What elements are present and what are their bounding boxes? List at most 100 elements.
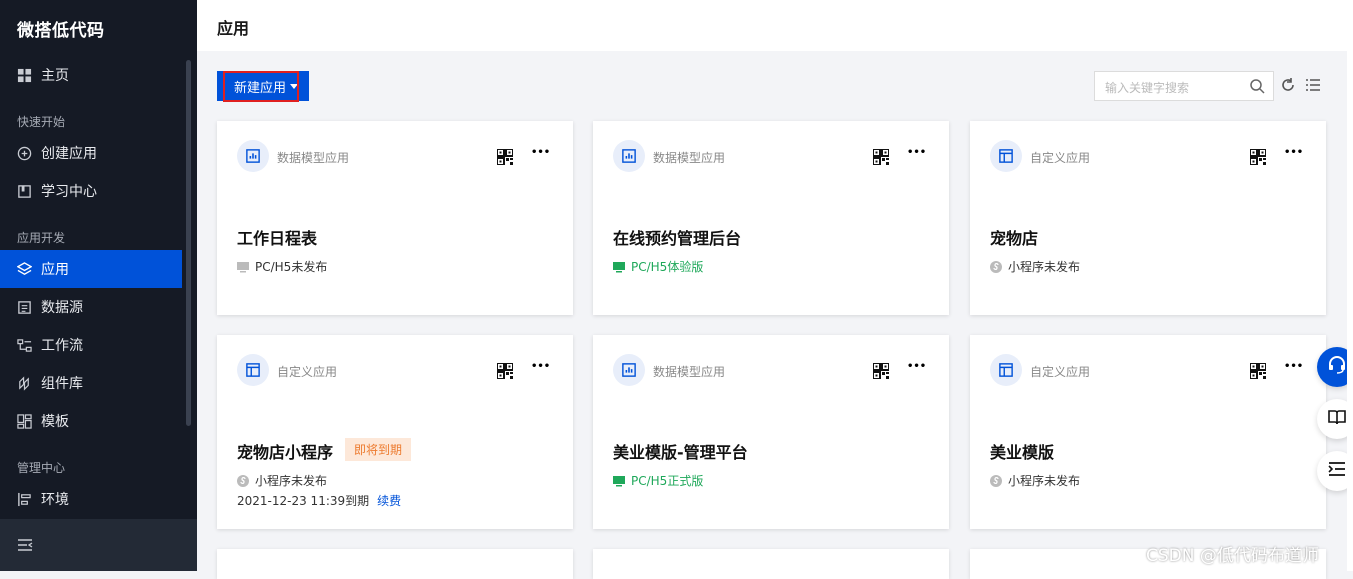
components-icon — [17, 375, 32, 391]
app-logo[interactable]: 微搭低代码 — [17, 16, 105, 41]
qrcode-icon[interactable] — [1249, 362, 1267, 380]
app-card[interactable]: 自定义应用 ••• 宠物店小程序 即将到期小程序未发布 2021-12-23 11:39… — [217, 335, 573, 529]
sidebar-item-components[interactable]: 组件库 — [0, 364, 182, 402]
status-badge: 即将到期 — [345, 438, 412, 461]
app-card[interactable]: 数据模型应用 ••• 在线预约管理后台 PC/H5体验版 — [593, 121, 949, 315]
publish-status-text: PC/H5体验版 — [631, 260, 704, 274]
headset-icon — [1327, 355, 1347, 379]
sidebar-item-learn[interactable]: 学习中心 — [0, 172, 182, 210]
layout-icon — [237, 354, 269, 386]
publish-status-text: 小程序未发布 — [1008, 474, 1081, 488]
publish-status-text: PC/H5正式版 — [631, 474, 704, 488]
app-card[interactable]: 自定义应用 ••• 宠物店小程序未发布 — [970, 121, 1326, 315]
app-name[interactable]: 宠物店 — [990, 225, 1038, 249]
app-card[interactable]: 自定义应用 ••• 美业模版小程序未发布 — [970, 335, 1326, 529]
page-scrollbar[interactable] — [1347, 0, 1353, 571]
app-name[interactable]: 工作日程表 — [237, 225, 317, 249]
sidebar-item-label: 组件库 — [41, 376, 83, 392]
qrcode-icon[interactable] — [496, 148, 514, 166]
app-name[interactable]: 美业模版 — [990, 439, 1054, 463]
sidebar-item-label: 工作流 — [41, 338, 83, 354]
sidebar-item-label: 数据源 — [41, 300, 83, 316]
environment-icon — [17, 492, 32, 507]
qrcode-icon[interactable] — [496, 362, 514, 380]
publish-status: PC/H5未发布 — [237, 258, 327, 275]
renew-link[interactable]: 续费 — [377, 494, 401, 508]
more-icon[interactable]: ••• — [531, 148, 550, 166]
database-icon — [17, 300, 32, 315]
sidebar-item-env[interactable]: 环境 — [0, 480, 182, 518]
chart-icon — [613, 354, 645, 386]
template-icon — [17, 413, 32, 429]
app-card[interactable]: 数据模型应用 ••• 工作日程表 PC/H5未发布 — [217, 121, 573, 315]
publish-status: 小程序未发布 — [237, 472, 327, 489]
app-name[interactable]: 美业模版-管理平台 — [613, 439, 748, 463]
more-icon[interactable]: ••• — [1284, 148, 1303, 166]
publish-status: PC/H5体验版 — [613, 258, 703, 275]
layout-icon — [990, 354, 1022, 386]
app-name[interactable]: 宠物店小程序 — [237, 439, 333, 463]
app-type-label: 自定义应用 — [1030, 151, 1091, 165]
sidebar-item-datasource[interactable]: 数据源 — [0, 288, 182, 326]
chart-icon — [237, 140, 269, 172]
miniprogram-icon — [990, 260, 1002, 273]
expire-info: 2021-12-23 11:39到期 续费 — [237, 492, 401, 509]
miniprogram-icon — [237, 474, 249, 487]
search-input[interactable]: 输入关键字搜索 — [1094, 71, 1274, 101]
sidebar-item-home[interactable]: 主页 — [0, 56, 182, 94]
app-name[interactable]: 在线预约管理后台 — [613, 225, 741, 249]
publish-status-text: 小程序未发布 — [1008, 260, 1081, 274]
group-label-admin: 管理中心 — [17, 461, 66, 475]
qrcode-icon[interactable] — [1249, 148, 1267, 166]
sidebar-item-label: 创建应用 — [41, 146, 97, 162]
layers-icon — [17, 261, 32, 277]
miniprogram-icon — [990, 474, 1002, 487]
app-card[interactable] — [593, 549, 949, 579]
sidebar-footer — [0, 519, 197, 571]
monitor-icon — [613, 475, 625, 487]
more-icon[interactable]: ••• — [1284, 362, 1303, 380]
book-icon — [17, 184, 32, 199]
page-title: 应用 — [217, 19, 250, 38]
publish-status: 小程序未发布 — [990, 472, 1080, 489]
app-card[interactable]: 数据模型应用 ••• 美业模版-管理平台 PC/H5正式版 — [593, 335, 949, 529]
sidebar-item-create-app[interactable]: 创建应用 — [0, 134, 182, 172]
chart-icon — [613, 140, 645, 172]
sidebar: 微搭低代码 主页 快速开始 创建应用 学习中心 应用开发 应用 数据源 工作流 … — [0, 0, 197, 571]
sidebar-item-label: 学习中心 — [41, 184, 97, 200]
app-type-label: 自定义应用 — [1030, 365, 1091, 379]
page-header: 应用 — [197, 0, 1353, 51]
list-view-icon[interactable] — [1305, 77, 1321, 93]
sidebar-item-label: 模板 — [41, 414, 69, 430]
sidebar-item-label: 环境 — [41, 492, 69, 508]
highlight-box — [223, 71, 299, 102]
more-icon[interactable]: ••• — [907, 148, 926, 166]
more-icon[interactable]: ••• — [531, 362, 550, 380]
app-type-label: 自定义应用 — [277, 365, 338, 379]
qrcode-icon[interactable] — [872, 148, 890, 166]
more-icon[interactable]: ••• — [907, 362, 926, 380]
search-placeholder: 输入关键字搜索 — [1105, 81, 1190, 95]
publish-status-text: PC/H5未发布 — [255, 260, 328, 274]
open-book-icon — [1327, 407, 1347, 431]
app-card[interactable] — [217, 549, 573, 579]
collapse-menu-icon[interactable] — [17, 537, 33, 551]
app-type-label: 数据模型应用 — [277, 151, 350, 165]
publish-status: PC/H5正式版 — [613, 472, 703, 489]
publish-status: 小程序未发布 — [990, 258, 1080, 275]
sidebar-item-templates[interactable]: 模板 — [0, 402, 182, 440]
sidebar-item-workflow[interactable]: 工作流 — [0, 326, 182, 364]
monitor-icon — [237, 261, 249, 273]
watermark: CSDN @低代码布道师 — [1146, 546, 1319, 566]
refresh-icon[interactable] — [1280, 77, 1296, 93]
workflow-icon — [17, 338, 32, 353]
search-icon[interactable] — [1249, 78, 1265, 94]
group-label-dev: 应用开发 — [17, 231, 66, 245]
sidebar-scrollbar[interactable] — [186, 60, 191, 426]
publish-status-text: 小程序未发布 — [255, 474, 328, 488]
sidebar-item-apps[interactable]: 应用 — [0, 250, 182, 288]
indent-icon — [1327, 459, 1347, 483]
qrcode-icon[interactable] — [872, 362, 890, 380]
plus-circle-icon — [17, 146, 32, 161]
layout-icon — [990, 140, 1022, 172]
